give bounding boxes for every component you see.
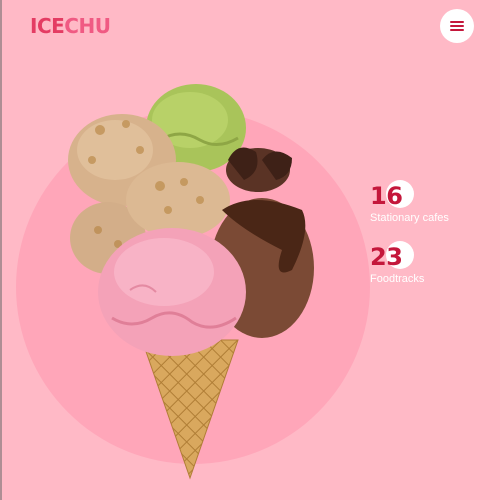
stat-value: 16 — [370, 182, 403, 210]
ice-cream-cone-illustration — [68, 84, 314, 480]
stat-foodtracks: 23 Foodtracks — [370, 241, 425, 285]
waffle-cone — [141, 339, 239, 480]
stat-label: Foodtracks — [370, 273, 425, 285]
stat-stationary-cafes: 16 Stationary cafes — [370, 180, 449, 224]
strawberry-scoop — [98, 228, 246, 356]
stat-value: 23 — [370, 243, 403, 271]
landing-page: ICECHU 16 Stationary cafes 23 Foodtracks — [0, 0, 500, 500]
stat-label: Stationary cafes — [370, 212, 449, 224]
caramel-nut-scoop-middle — [126, 162, 230, 238]
